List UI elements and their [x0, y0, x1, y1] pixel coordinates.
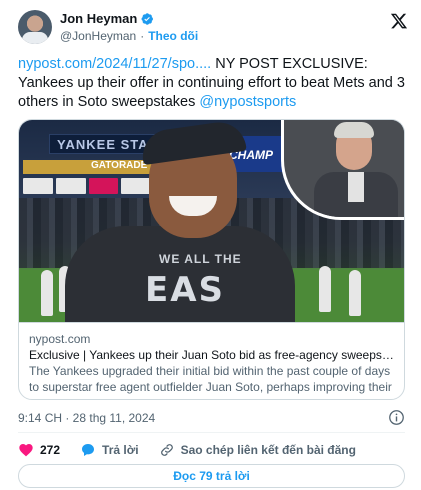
link-title[interactable]: Exclusive | Yankees up their Juan Soto b… [29, 347, 396, 363]
reply-label: Trả lời [102, 443, 139, 457]
verified-badge-icon [141, 12, 154, 25]
link-meta: nypost.com Exclusive | Yankees up their … [19, 322, 404, 399]
divider [18, 432, 405, 433]
shirt-main-text: EAS [145, 270, 226, 310]
info-icon[interactable] [388, 409, 405, 426]
x-logo-icon[interactable] [390, 12, 408, 30]
tweet-text: nypost.com/2024/11/27/spo.... NY POST EX… [18, 55, 408, 112]
separator: · [140, 29, 145, 43]
action-bar: 272 Trả lời Sao chép liên kết đến bài đă… [18, 441, 376, 459]
reply-button[interactable]: Trả lời [80, 442, 139, 458]
display-name[interactable]: Jon Heyman [60, 11, 137, 26]
link-icon [160, 444, 173, 456]
scoreboard-text: YANKEE STA [57, 137, 149, 152]
handle-row: @JonHeyman · Theo dõi [60, 29, 198, 43]
like-count: 272 [40, 443, 61, 457]
handle[interactable]: @JonHeyman [60, 29, 136, 43]
name-row: Jon Heyman [60, 11, 154, 26]
copy-link-label: Sao chép liên kết đến bài đăng [180, 443, 356, 457]
follow-button[interactable]: Theo dõi [148, 29, 198, 43]
read-replies-button[interactable]: Đọc 79 trả lời [18, 464, 405, 488]
article-link[interactable]: nypost.com/2024/11/27/spo.... [18, 56, 211, 72]
article-photo[interactable]: YANKEE STA GATORADE CHAMP WE ALL THE EAS [19, 120, 404, 322]
tweet-header: Jon Heyman @JonHeyman · Theo dõi [18, 10, 408, 50]
shirt-top-text: WE ALL THE [159, 252, 242, 266]
like-button[interactable]: 272 [18, 442, 60, 458]
ad-text: GATORADE [91, 160, 148, 171]
avatar[interactable] [18, 10, 52, 44]
link-domain: nypost.com [29, 332, 91, 346]
timestamp[interactable]: 9:14 CH · 28 thg 11, 2024 [18, 411, 155, 425]
link-preview-card[interactable]: YANKEE STA GATORADE CHAMP WE ALL THE EAS [18, 119, 405, 400]
heart-icon [19, 444, 33, 457]
reply-bubble-icon [82, 444, 95, 456]
mention-link[interactable]: @nypostsports [199, 94, 296, 110]
link-description: The Yankees upgraded their initial bid w… [29, 364, 392, 399]
tweet-card: Jon Heyman @JonHeyman · Theo dõi nypost.… [0, 0, 421, 490]
copy-link-button[interactable]: Sao chép liên kết đến bài đăng [159, 442, 356, 458]
